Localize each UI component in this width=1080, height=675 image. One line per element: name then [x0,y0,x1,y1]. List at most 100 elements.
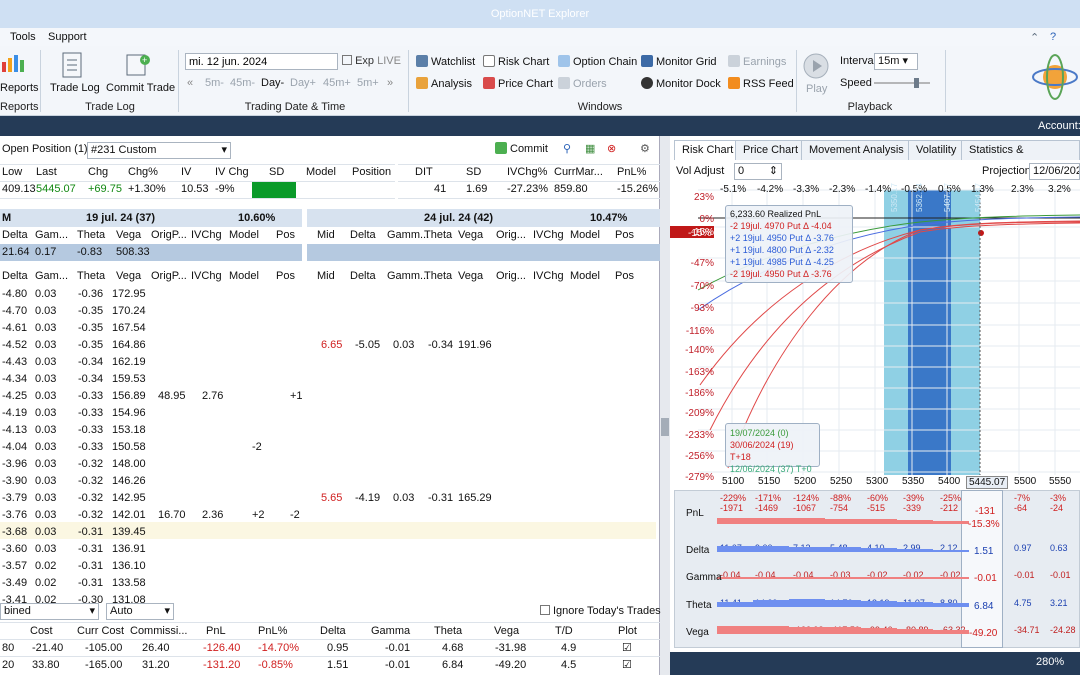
vertical-scrollbar[interactable] [660,136,670,675]
tab-movement-analysis[interactable]: Movement Analysis [801,140,912,160]
column-header[interactable]: Vega [458,268,483,285]
chain-cell[interactable]: 2.36 [202,507,223,524]
column-header[interactable]: IVChg [533,268,564,285]
menu-support[interactable]: Support [48,31,87,43]
column-header[interactable]: IVChg [533,227,564,244]
chain-cell[interactable]: 0.03 [393,337,414,354]
auto-select[interactable]: Auto ▾ [106,603,174,620]
chain-cell[interactable]: -4.70 [2,303,27,320]
chain-cell[interactable]: 142.95 [112,490,146,507]
chain-cell[interactable]: -3.49 [2,575,27,592]
column-header[interactable]: Theta [77,227,105,244]
chain-cell[interactable]: 139.45 [112,524,146,541]
chain-cell[interactable]: 136.91 [112,541,146,558]
chain-cell[interactable]: -4.43 [2,354,27,371]
column-header[interactable]: Theta [77,268,105,285]
chain-cell[interactable]: -4.19 [355,490,380,507]
chain-cell[interactable]: 150.58 [112,439,146,456]
column-header[interactable]: Vega [116,268,141,285]
tab-risk-chart[interactable]: Risk Chart [674,140,742,160]
column-header[interactable]: Pos [615,227,634,244]
trading-date-input[interactable] [185,53,338,70]
bottom-header[interactable]: PnL [206,623,226,640]
chain-cell[interactable]: -0.31 [78,541,103,558]
chain-cell[interactable]: 6.65 [321,337,342,354]
column-header[interactable]: Theta [424,268,452,285]
trade-log-icon[interactable] [61,52,83,81]
chain-cell[interactable]: 0.03 [35,541,56,558]
chain-cell[interactable]: -0.31 [78,558,103,575]
chain-cell[interactable]: 154.96 [112,405,146,422]
chain-cell[interactable]: 165.29 [458,490,492,507]
monitor-grid-button[interactable]: Monitor Grid [641,55,717,68]
bottom-header[interactable]: PnL% [258,623,287,640]
column-header[interactable]: Delta [2,268,28,285]
column-header[interactable]: Gamm... [387,268,429,285]
column-header[interactable]: Orig... [496,268,526,285]
chain-cell[interactable]: -0.32 [78,473,103,490]
column-header[interactable]: Delta [350,268,376,285]
chain-cell[interactable]: -4.52 [2,337,27,354]
column-header[interactable]: IVChg [191,268,222,285]
rss-feed-button[interactable]: RSS Feed [728,77,794,90]
chain-cell[interactable]: -0.32 [78,490,103,507]
bottom-header[interactable]: Vega [494,623,519,640]
chevron-up-icon[interactable]: ⌃ [1030,31,1039,44]
column-header[interactable]: Gamm... [387,227,429,244]
chain-cell[interactable]: -0.33 [78,439,103,456]
chain-cell[interactable]: -4.25 [2,388,27,405]
bottom-header[interactable]: Commissi... [130,623,187,640]
chain-cell[interactable]: 162.19 [112,354,146,371]
plot-checkbox[interactable]: ☑ [622,640,632,657]
column-header[interactable]: IVChg [191,227,222,244]
column-header[interactable]: Model [229,227,259,244]
speed-slider[interactable] [874,77,934,92]
commit-trade-button[interactable]: Commit Trade [106,82,175,94]
trade-log-button[interactable]: Trade Log [50,82,100,94]
column-header[interactable]: Delta [2,227,28,244]
column-header[interactable]: Pos [615,268,634,285]
chain-cell[interactable]: -0.35 [78,303,103,320]
step-day-back[interactable]: Day- [261,77,284,89]
chain-cell[interactable]: 0.03 [35,320,56,337]
chain-cell[interactable]: 0.03 [35,337,56,354]
chain-cell[interactable]: +2 [252,507,265,524]
chain-cell[interactable]: 0.03 [35,456,56,473]
column-header[interactable]: OrigP... [151,268,187,285]
column-header[interactable]: Model [229,268,259,285]
chain-cell[interactable]: 48.95 [158,388,186,405]
chain-cell[interactable]: -3.57 [2,558,27,575]
position-select[interactable]: #231 Custom ▾ [87,142,231,159]
chain-cell[interactable]: 191.96 [458,337,492,354]
chain-cell[interactable]: -0.34 [78,371,103,388]
bottom-header[interactable]: Plot [618,623,637,640]
column-header[interactable]: Orig... [496,227,526,244]
chain-cell[interactable]: 0.03 [35,524,56,541]
interval-select[interactable]: 15m ▾ [874,53,918,70]
chain-cell[interactable]: 0.03 [35,473,56,490]
step-day-forward[interactable]: Day+ [290,77,316,89]
column-header[interactable]: Model [570,268,600,285]
column-header[interactable]: Delta [350,227,376,244]
bottom-header[interactable]: Gamma [371,623,410,640]
risk-chart-button[interactable]: Risk Chart [483,55,549,68]
chain-cell[interactable]: -2 [252,439,262,456]
chain-cell[interactable]: 2.76 [202,388,223,405]
bottom-header[interactable]: Theta [434,623,462,640]
chain-cell[interactable]: -0.35 [78,320,103,337]
chain-cell[interactable]: 0.03 [35,439,56,456]
chain-cell[interactable]: 0.03 [35,354,56,371]
search-icon[interactable]: ⚲ [563,141,571,158]
price-chart-button[interactable]: Price Chart [483,77,553,90]
analysis-button[interactable]: Analysis [416,77,472,90]
column-header[interactable]: Vega [458,227,483,244]
plot-checkbox[interactable]: ☑ [622,657,632,674]
chain-cell[interactable]: -3.76 [2,507,27,524]
chain-cell[interactable]: -0.33 [78,405,103,422]
chain-cell[interactable]: -0.34 [78,354,103,371]
chain-cell[interactable]: 159.53 [112,371,146,388]
chain-cell[interactable]: -3.60 [2,541,27,558]
chain-cell[interactable]: -4.61 [2,320,27,337]
chain-cell[interactable]: 146.26 [112,473,146,490]
chain-cell[interactable]: -0.34 [428,337,453,354]
